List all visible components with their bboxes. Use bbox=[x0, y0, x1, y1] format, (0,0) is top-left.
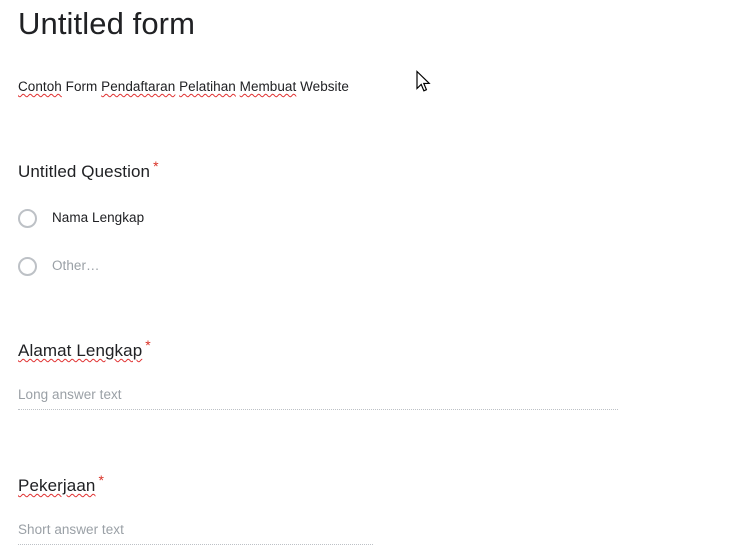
form-description-text: Contoh Form Pendaftaran Pelatihan Membua… bbox=[18, 79, 349, 94]
question-3-title[interactable]: Pekerjaan * bbox=[18, 472, 105, 498]
description-word: Website bbox=[300, 79, 349, 94]
description-word: Form bbox=[65, 79, 98, 94]
question-1-option-other[interactable]: Other… bbox=[18, 255, 100, 277]
form-editor-page: Untitled form Contoh Form Pendaftaran Pe… bbox=[0, 0, 747, 558]
description-word-misspelled: Pendaftaran bbox=[101, 79, 176, 94]
question-2-title-text: Alamat Lengkap bbox=[18, 341, 143, 360]
radio-button-icon[interactable] bbox=[18, 256, 37, 276]
form-title[interactable]: Untitled form bbox=[18, 4, 195, 44]
question-1-option-1[interactable]: Nama Lengkap bbox=[18, 207, 144, 229]
question-3-answer-field[interactable]: Short answer text bbox=[18, 521, 373, 545]
question-2-title[interactable]: Alamat Lengkap * bbox=[18, 337, 151, 363]
question-1-title-row: Untitled Question * bbox=[18, 158, 159, 184]
question-1-required-asterisk: * bbox=[153, 158, 159, 175]
question-3-title-row: Pekerjaan * bbox=[18, 472, 105, 498]
question-1-title[interactable]: Untitled Question * bbox=[18, 158, 159, 184]
question-3-title-text: Pekerjaan bbox=[18, 476, 96, 495]
description-word-misspelled: Pelatihan bbox=[179, 79, 236, 94]
question-3-answer-placeholder: Short answer text bbox=[18, 522, 124, 537]
question-1-title-text: Untitled Question bbox=[18, 162, 151, 181]
form-description[interactable]: Contoh Form Pendaftaran Pelatihan Membua… bbox=[18, 78, 349, 95]
question-3-required-asterisk: * bbox=[98, 472, 105, 489]
question-2-required-asterisk: * bbox=[145, 337, 151, 354]
question-1-option-other-label: Other… bbox=[52, 258, 100, 273]
question-2-answer-placeholder: Long answer text bbox=[18, 387, 122, 402]
question-1-option-1-label: Nama Lengkap bbox=[52, 210, 145, 225]
radio-button-icon[interactable] bbox=[18, 208, 37, 228]
question-2-answer-field[interactable]: Long answer text bbox=[18, 386, 618, 410]
description-word-misspelled: Contoh bbox=[18, 79, 62, 94]
question-2-title-row: Alamat Lengkap * bbox=[18, 337, 151, 363]
mouse-cursor-arrow-icon bbox=[415, 70, 431, 94]
description-word-misspelled: Membuat bbox=[239, 79, 297, 94]
